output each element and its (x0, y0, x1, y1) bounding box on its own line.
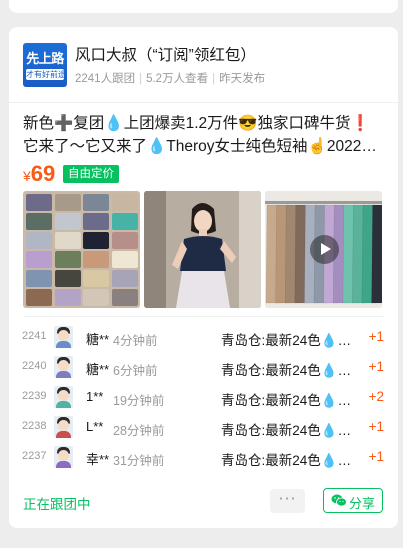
buyer-name: 糖** (86, 362, 110, 377)
color-swatch (26, 270, 52, 287)
color-swatch (26, 213, 52, 230)
group-title[interactable]: 风口大叔（“订阅”领红包） (75, 43, 256, 65)
order-quantity: +1 (368, 449, 384, 464)
group-buy-card[interactable]: 先上路 才有好前途 风口大叔（“订阅”领红包） 2241人跟团 | 5.2万人查看 |… (9, 27, 398, 528)
order-row[interactable]: 2238 L** 28分钟前 青岛仓:最新24色💧女士纯色短袖 +1 (9, 413, 398, 443)
order-time: 4分钟前 (113, 334, 158, 348)
order-time: 19分钟前 (113, 394, 165, 408)
color-swatch (54, 194, 81, 211)
rack-video[interactable] (265, 191, 382, 308)
buyer-name: L** (86, 419, 104, 434)
views-count: 5.2万人查看 (146, 73, 209, 85)
color-swatch (54, 251, 81, 268)
order-item: 青岛仓:最新24色💧女士纯色短袖 (221, 393, 357, 408)
stats-divider: | (139, 73, 143, 85)
color-swatch (26, 251, 52, 268)
order-quantity: +1 (368, 329, 384, 344)
order-time: 6分钟前 (113, 364, 158, 378)
color-swatch (83, 289, 109, 306)
model-illustration (144, 191, 261, 308)
avatar[interactable] (54, 356, 73, 378)
color-swatch (26, 194, 52, 211)
order-item: 青岛仓:最新24色💧女士纯色短袖 (221, 333, 357, 348)
order-index: 2240 (22, 360, 47, 372)
avatar[interactable] (54, 416, 73, 438)
group-status: 正在跟团中 (23, 497, 91, 512)
stats-divider: | (212, 73, 216, 85)
avatar[interactable] (54, 386, 73, 408)
order-quantity: +1 (368, 359, 384, 374)
order-item: 青岛仓:最新24色💧女士纯色短袖 (221, 363, 357, 378)
color-swatch (111, 289, 138, 306)
product-price: ¥69 (23, 161, 56, 186)
color-swatch (111, 251, 138, 268)
color-swatch (26, 232, 52, 249)
color-swatch (83, 232, 109, 249)
color-swatch (54, 289, 81, 306)
group-header[interactable]: 先上路 才有好前途 风口大叔（“订阅”领红包） 2241人跟团 | 5.2万人查看 |… (23, 41, 383, 89)
order-time: 28分钟前 (113, 424, 165, 438)
order-row[interactable]: 2240 糖**6分钟前 青岛仓:最新24色💧女士纯色短袖 +1 (9, 353, 398, 383)
card-footer: 正在跟团中 ··· 分享 (9, 487, 398, 517)
order-row[interactable]: 2237 幸**31分钟前 青岛仓:最新24色💧女士纯色短袖 +1 (9, 443, 398, 473)
color-swatch (111, 232, 138, 249)
share-button[interactable]: 分享 (323, 488, 383, 513)
followers-count: 2241人跟团 (75, 73, 136, 85)
order-index: 2241 (22, 330, 47, 342)
order-index: 2239 (22, 390, 47, 402)
header-divider (9, 102, 398, 103)
model-photo[interactable] (144, 191, 261, 308)
color-swatch (54, 270, 81, 287)
logo-subtext: 才有好前途 (26, 69, 64, 80)
order-row[interactable]: 2239 1** 19分钟前 青岛仓:最新24色💧女士纯色短袖 +2 (9, 383, 398, 413)
wechat-icon (331, 494, 347, 507)
buyer-name: 幸** (86, 452, 110, 467)
more-button[interactable]: ··· (270, 489, 305, 513)
play-icon[interactable] (310, 235, 339, 264)
order-quantity: +1 (368, 419, 384, 434)
color-swatch (111, 270, 138, 287)
product-photos (23, 191, 383, 308)
color-swatch (111, 194, 138, 211)
buyer-name: 糖** (86, 332, 110, 347)
color-swatch (83, 213, 109, 230)
order-item: 青岛仓:最新24色💧女士纯色短袖 (221, 453, 357, 468)
color-swatch (111, 213, 138, 230)
order-index: 2237 (22, 450, 47, 462)
buyer-name: 1** (86, 389, 104, 404)
order-index: 2238 (22, 420, 47, 432)
logo-text: 先上路 (26, 51, 64, 66)
color-swatch (83, 251, 109, 268)
publish-time: 昨天发布 (219, 73, 266, 85)
avatar[interactable] (54, 326, 73, 348)
color-swatch (54, 213, 81, 230)
group-logo: 先上路 才有好前途 (23, 43, 67, 87)
group-stats: 2241人跟团 | 5.2万人查看 | 昨天发布 (75, 70, 265, 86)
previous-card (9, 0, 398, 13)
avatar[interactable] (54, 446, 73, 468)
order-item: 青岛仓:最新24色💧女士纯色短袖 (221, 423, 357, 438)
order-quantity: +2 (368, 389, 384, 404)
order-time: 31分钟前 (113, 454, 165, 468)
color-swatches-photo[interactable] (23, 191, 140, 308)
color-swatch (26, 289, 52, 306)
price-badge: 自由定价 (63, 165, 119, 183)
product-description[interactable]: 新色➕复团💧上团爆卖1.2万件😎独家口碑牛货❗它来了～它又来了💧Theroy女士… (23, 112, 379, 158)
color-swatch (54, 232, 81, 249)
order-row[interactable]: 2241 糖**4分钟前 青岛仓:最新24色💧女士纯色短袖 +1 (9, 323, 398, 353)
color-swatch (83, 194, 109, 211)
color-swatch (83, 270, 109, 287)
photos-divider (23, 316, 384, 317)
share-label: 分享 (349, 496, 376, 511)
